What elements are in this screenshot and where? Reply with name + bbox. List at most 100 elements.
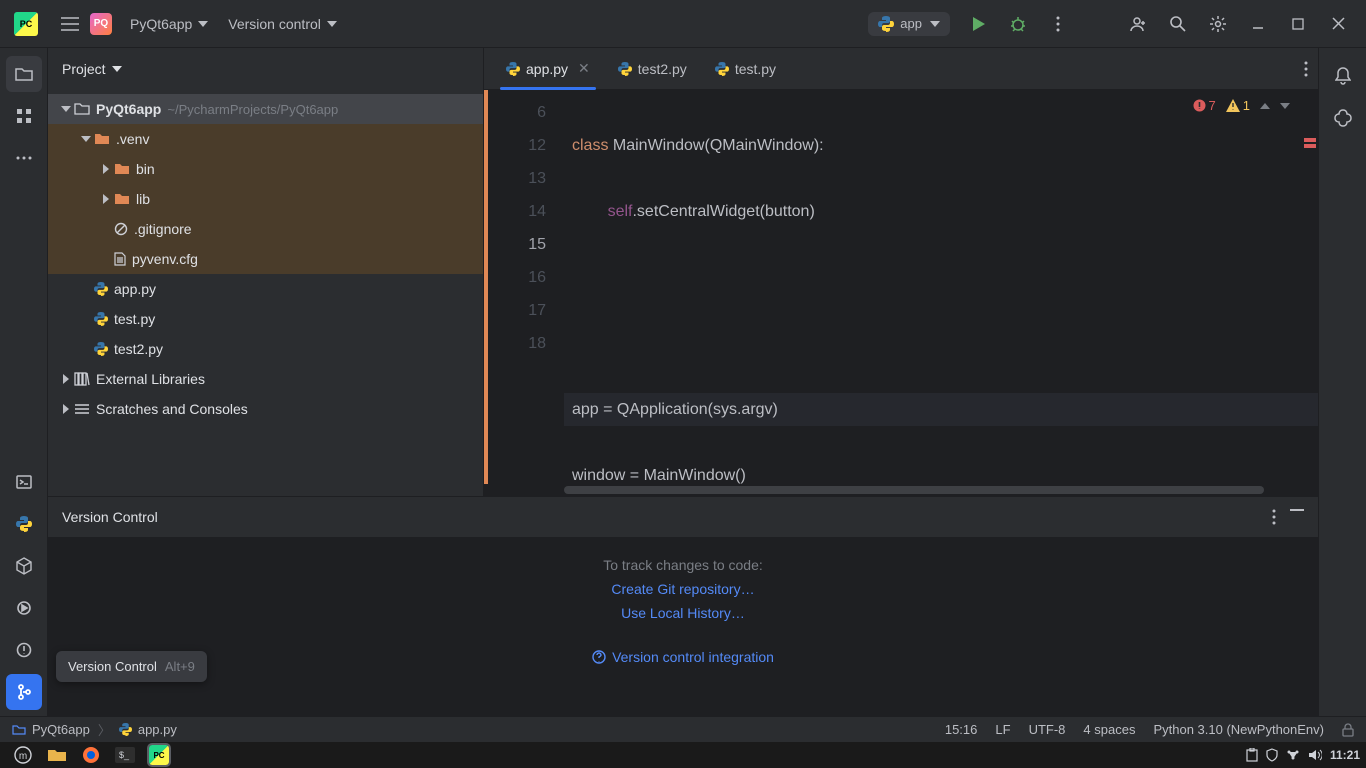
terminal-tool-button[interactable]: [6, 464, 42, 500]
debug-button[interactable]: [998, 4, 1038, 44]
project-tree[interactable]: PyQt6app ~/PycharmProjects/PyQt6app .ven…: [48, 90, 483, 496]
tray-volume-icon[interactable]: [1308, 749, 1322, 761]
chevron-down-icon[interactable]: [78, 136, 94, 142]
help-icon: [592, 650, 606, 664]
readonly-lock-icon[interactable]: [1342, 723, 1354, 737]
project-panel-header[interactable]: Project: [48, 48, 483, 90]
error-mark[interactable]: [1304, 138, 1316, 142]
code-token: app = QApplication(sys.argv): [572, 401, 778, 418]
ai-assistant-button[interactable]: [1325, 100, 1361, 136]
run-button[interactable]: [958, 4, 998, 44]
problems-tool-button[interactable]: [6, 632, 42, 668]
tab-test-py[interactable]: test.py: [701, 48, 790, 90]
code-with-me-button[interactable]: [1118, 4, 1158, 44]
breadcrumb-file[interactable]: app.py: [138, 722, 177, 737]
settings-button[interactable]: [1198, 4, 1238, 44]
start-menu-button[interactable]: m: [6, 744, 40, 766]
tray-shield-icon[interactable]: [1266, 748, 1278, 762]
editor-area: app.py ✕ test2.py test.py 6: [484, 48, 1318, 496]
cursor-position[interactable]: 15:16: [945, 722, 978, 737]
chevron-right-icon[interactable]: [98, 194, 114, 204]
tree-item-app-py[interactable]: app.py: [48, 274, 483, 304]
python-icon: [94, 342, 108, 356]
tree-item-pyvenv[interactable]: pyvenv.cfg: [48, 244, 483, 274]
python-interpreter[interactable]: Python 3.10 (NewPythonEnv): [1153, 722, 1324, 737]
maximize-window-button[interactable]: [1278, 4, 1318, 44]
error-count[interactable]: 7: [1193, 98, 1216, 113]
chevron-right-icon[interactable]: [58, 404, 74, 414]
tab-label: test2.py: [638, 61, 687, 77]
vc-panel-body: To track changes to code: Create Git rep…: [48, 537, 1318, 716]
vc-panel-options-button[interactable]: [1272, 509, 1276, 525]
services-tool-button[interactable]: [6, 590, 42, 626]
indent-setting[interactable]: 4 spaces: [1083, 722, 1135, 737]
tree-label: pyvenv.cfg: [132, 251, 198, 267]
code-token: self: [608, 203, 633, 220]
minimize-window-button[interactable]: [1238, 4, 1278, 44]
left-tool-strip: [0, 48, 48, 716]
terminal-taskbar-icon[interactable]: $_: [108, 744, 142, 766]
chevron-down-icon[interactable]: [58, 106, 74, 112]
file-encoding[interactable]: UTF-8: [1029, 722, 1066, 737]
tree-item-lib[interactable]: lib: [48, 184, 483, 214]
folder-icon: [94, 132, 110, 146]
tab-test2-py[interactable]: test2.py: [604, 48, 701, 90]
firefox-taskbar-icon[interactable]: [74, 744, 108, 766]
more-actions-button[interactable]: [1038, 4, 1078, 44]
python-icon: [94, 312, 108, 326]
more-tools-button[interactable]: [6, 140, 42, 176]
tray-network-icon[interactable]: [1286, 749, 1300, 761]
main-menu-button[interactable]: [50, 4, 90, 44]
tree-path: ~/PycharmProjects/PyQt6app: [167, 102, 338, 117]
editor-hscroll[interactable]: [484, 484, 1318, 496]
tree-item-external-libs[interactable]: External Libraries: [48, 364, 483, 394]
file-manager-taskbar-icon[interactable]: [40, 744, 74, 766]
project-switcher[interactable]: PyQt6app: [120, 12, 218, 36]
project-name-label: PyQt6app: [130, 16, 192, 32]
search-button[interactable]: [1158, 4, 1198, 44]
tab-app-py[interactable]: app.py ✕: [492, 48, 604, 90]
python-packages-button[interactable]: [6, 548, 42, 584]
warning-count[interactable]: 1: [1226, 98, 1250, 113]
editor-tabs: app.py ✕ test2.py test.py: [484, 48, 1318, 90]
tray-clipboard-icon[interactable]: [1246, 748, 1258, 762]
error-stripe[interactable]: [1304, 90, 1318, 484]
tabs-more-button[interactable]: [1304, 61, 1308, 77]
structure-tool-button[interactable]: [6, 98, 42, 134]
vcs-menu[interactable]: Version control: [218, 12, 347, 36]
notifications-button[interactable]: [1325, 58, 1361, 94]
next-highlight-button[interactable]: [1280, 103, 1290, 109]
tree-item-gitignore[interactable]: .gitignore: [48, 214, 483, 244]
breadcrumb-project[interactable]: PyQt6app: [32, 722, 90, 737]
tree-item-venv[interactable]: .venv: [48, 124, 483, 154]
vc-panel-hide-button[interactable]: [1290, 509, 1304, 525]
scroll-thumb[interactable]: [564, 486, 1264, 494]
folder-icon: [114, 192, 130, 206]
version-control-tool-button[interactable]: [6, 674, 42, 710]
python-console-button[interactable]: [6, 506, 42, 542]
tooltip-shortcut: Alt+9: [165, 659, 195, 674]
inspections-widget[interactable]: 7 1: [1193, 98, 1290, 113]
close-tab-button[interactable]: ✕: [578, 60, 590, 77]
vc-integration-link[interactable]: Version control integration: [592, 649, 774, 665]
error-mark[interactable]: [1304, 144, 1316, 148]
project-tool-button[interactable]: [6, 56, 42, 92]
pycharm-taskbar-icon[interactable]: PC: [142, 744, 176, 766]
run-config-selector[interactable]: app: [868, 12, 950, 36]
create-git-link[interactable]: Create Git repository…: [611, 581, 754, 597]
python-icon: [715, 62, 729, 76]
chevron-right-icon[interactable]: [98, 164, 114, 174]
taskbar-clock[interactable]: 11:21: [1330, 748, 1360, 762]
chevron-right-icon[interactable]: [58, 374, 74, 384]
tree-item-scratches[interactable]: Scratches and Consoles: [48, 394, 483, 424]
code-area[interactable]: class MainWindow(QMainWindow): self.setC…: [564, 90, 1318, 484]
editor-body[interactable]: 6 12 13 14 15 16 17 18 class MainWindow(…: [484, 90, 1318, 484]
prev-highlight-button[interactable]: [1260, 103, 1270, 109]
tree-item-bin[interactable]: bin: [48, 154, 483, 184]
tree-item-test2-py[interactable]: test2.py: [48, 334, 483, 364]
tree-root[interactable]: PyQt6app ~/PycharmProjects/PyQt6app: [48, 94, 483, 124]
close-window-button[interactable]: [1318, 4, 1358, 44]
tree-item-test-py[interactable]: test.py: [48, 304, 483, 334]
line-separator[interactable]: LF: [995, 722, 1010, 737]
local-history-link[interactable]: Use Local History…: [621, 605, 745, 621]
